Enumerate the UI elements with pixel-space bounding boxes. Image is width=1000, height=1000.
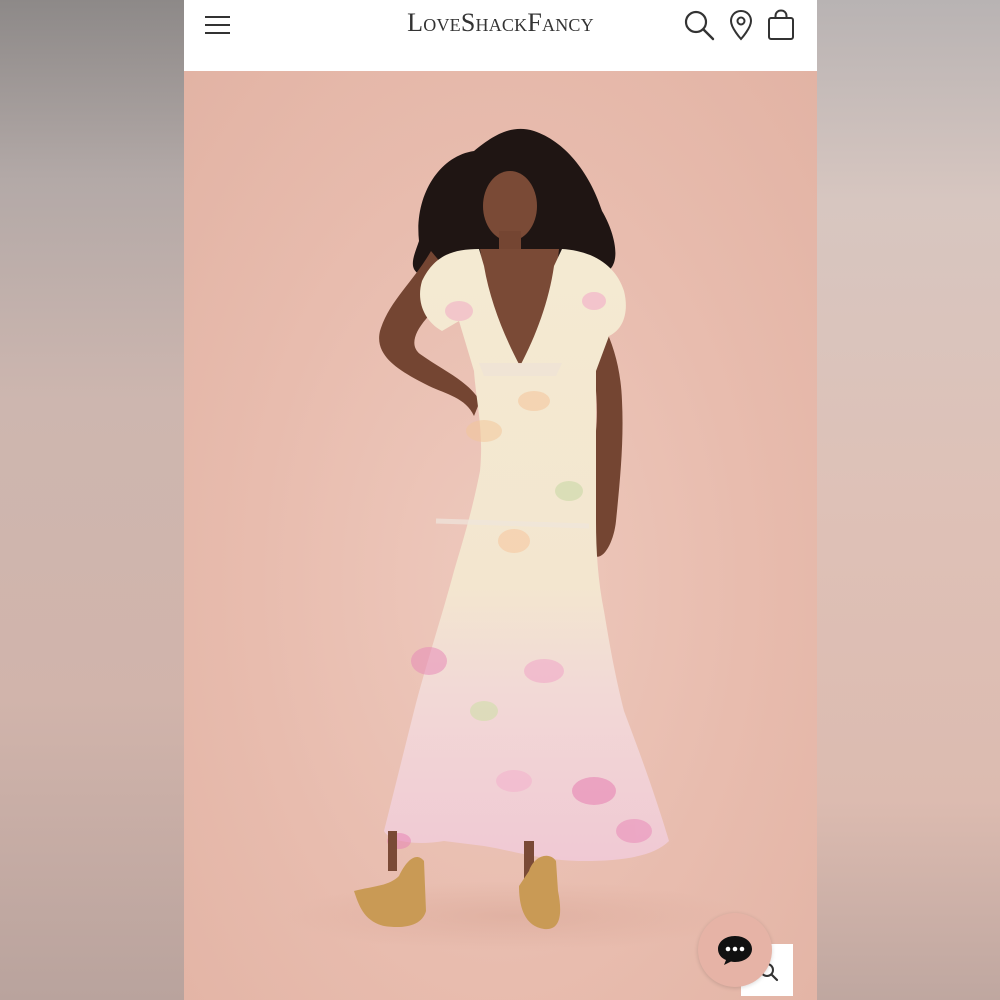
search-icon[interactable] [682, 8, 716, 42]
logo-part: F [527, 8, 543, 37]
mobile-page: LoveShackFancy [184, 0, 817, 1000]
chat-bubble-icon [718, 936, 752, 965]
logo-part: ove [423, 8, 461, 37]
site-header: LoveShackFancy [184, 0, 817, 71]
right-blurred-border [817, 0, 1000, 1000]
shopping-bag-icon[interactable] [764, 8, 798, 42]
logo-part: S [460, 8, 476, 37]
left-blurred-border [0, 0, 184, 1000]
brand-logo[interactable]: LoveShackFancy [184, 8, 817, 38]
chat-button[interactable] [698, 913, 772, 987]
product-image[interactable] [184, 71, 817, 1000]
logo-part: L [407, 8, 424, 37]
model-photo [284, 128, 744, 951]
map-pin-icon[interactable] [724, 8, 758, 42]
logo-part: ancy [542, 8, 594, 37]
logo-part: hack [475, 8, 528, 37]
